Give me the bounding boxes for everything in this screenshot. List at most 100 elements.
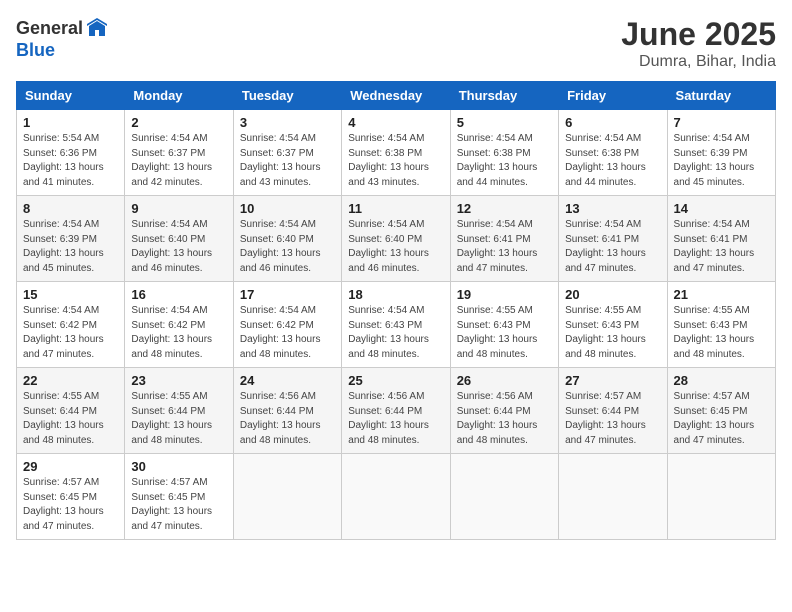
day-info: Sunrise: 4:55 AMSunset: 6:43 PMDaylight:… [674,304,769,362]
table-row: 26 Sunrise: 4:56 AMSunset: 6:44 PMDayligh… [450,368,558,454]
calendar-week-row: 15 Sunrise: 4:54 AMSunset: 6:42 PMDayligh… [17,282,776,368]
day-info: Sunrise: 4:57 AMSunset: 6:44 PMDaylight:… [565,390,660,448]
day-info: Sunrise: 4:54 AMSunset: 6:43 PMDaylight:… [348,304,443,362]
table-row: 21 Sunrise: 4:55 AMSunset: 6:43 PMDayligh… [667,282,775,368]
day-number: 19 [457,287,552,302]
calendar-week-row: 29 Sunrise: 4:57 AMSunset: 6:45 PMDayligh… [17,454,776,540]
table-row: 2Sunrise: 4:54 AMSunset: 6:37 PMDaylight… [125,110,233,196]
calendar-header-row: Sunday Monday Tuesday Wednesday Thursday… [17,82,776,110]
logo-blue-text: Blue [16,40,55,61]
table-row: 20 Sunrise: 4:55 AMSunset: 6:43 PMDayligh… [559,282,667,368]
day-number: 27 [565,373,660,388]
day-number: 14 [674,201,769,216]
table-row: 27 Sunrise: 4:57 AMSunset: 6:44 PMDayligh… [559,368,667,454]
logo-icon [85,16,109,40]
day-number: 12 [457,201,552,216]
day-number: 8 [23,201,118,216]
day-number: 5 [457,115,552,130]
calendar-table: Sunday Monday Tuesday Wednesday Thursday… [16,81,776,540]
table-row: 8Sunrise: 4:54 AMSunset: 6:39 PMDaylight… [17,196,125,282]
table-row: 16 Sunrise: 4:54 AMSunset: 6:42 PMDayligh… [125,282,233,368]
table-row [667,454,775,540]
day-info: Sunrise: 4:57 AMSunset: 6:45 PMDaylight:… [23,476,118,534]
day-number: 16 [131,287,226,302]
table-row: 30 Sunrise: 4:57 AMSunset: 6:45 PMDayligh… [125,454,233,540]
day-number: 29 [23,459,118,474]
day-number: 25 [348,373,443,388]
day-number: 20 [565,287,660,302]
day-number: 1 [23,115,118,130]
col-wednesday: Wednesday [342,82,450,110]
table-row: 6 Sunrise: 4:54 AMSunset: 6:38 PMDaylight… [559,110,667,196]
page-header: General Blue June 2025 Dumra, Bihar, Ind… [16,16,776,71]
day-info: Sunrise: 4:54 AMSunset: 6:42 PMDaylight:… [131,304,226,362]
table-row: 28 Sunrise: 4:57 AMSunset: 6:45 PMDayligh… [667,368,775,454]
table-row [450,454,558,540]
col-sunday: Sunday [17,82,125,110]
day-number: 21 [674,287,769,302]
table-row: 9 Sunrise: 4:54 AMSunset: 6:40 PMDaylight… [125,196,233,282]
day-info: Sunrise: 4:54 AMSunset: 6:37 PMDaylight:… [240,132,335,190]
table-row: 3 Sunrise: 4:54 AMSunset: 6:37 PMDaylight… [233,110,341,196]
day-info: Sunrise: 5:54 AMSunset: 6:36 PMDaylight:… [23,132,118,190]
day-info: Sunrise: 4:55 AMSunset: 6:43 PMDaylight:… [565,304,660,362]
calendar-week-row: 1 Sunrise: 5:54 AMSunset: 6:36 PMDaylight… [17,110,776,196]
col-tuesday: Tuesday [233,82,341,110]
day-number: 3 [240,115,335,130]
table-row: 11 Sunrise: 4:54 AMSunset: 6:40 PMDayligh… [342,196,450,282]
day-number: 11 [348,201,443,216]
table-row: 13 Sunrise: 4:54 AMSunset: 6:41 PMDayligh… [559,196,667,282]
table-row: 12 Sunrise: 4:54 AMSunset: 6:41 PMDayligh… [450,196,558,282]
day-info: Sunrise: 4:57 AMSunset: 6:45 PMDaylight:… [131,476,226,534]
day-number: 26 [457,373,552,388]
day-number: 2 [131,115,226,130]
table-row: 19 Sunrise: 4:55 AMSunset: 6:43 PMDayligh… [450,282,558,368]
day-info: Sunrise: 4:54 AMSunset: 6:40 PMDaylight:… [131,218,226,276]
day-info: Sunrise: 4:54 AMSunset: 6:39 PMDaylight:… [674,132,769,190]
day-number: 18 [348,287,443,302]
day-number: 6 [565,115,660,130]
table-row: 5 Sunrise: 4:54 AMSunset: 6:38 PMDaylight… [450,110,558,196]
table-row: 1 Sunrise: 5:54 AMSunset: 6:36 PMDaylight… [17,110,125,196]
day-info: Sunrise: 4:56 AMSunset: 6:44 PMDaylight:… [457,390,552,448]
month-title: June 2025 [621,16,776,53]
col-thursday: Thursday [450,82,558,110]
col-monday: Monday [125,82,233,110]
day-info: Sunrise: 4:54 AMSunset: 6:38 PMDaylight:… [565,132,660,190]
table-row: 4 Sunrise: 4:54 AMSunset: 6:38 PMDaylight… [342,110,450,196]
day-number: 15 [23,287,118,302]
logo: General Blue [16,16,109,61]
day-number: 24 [240,373,335,388]
day-info: Sunrise: 4:55 AMSunset: 6:43 PMDaylight:… [457,304,552,362]
calendar-week-row: 8Sunrise: 4:54 AMSunset: 6:39 PMDaylight… [17,196,776,282]
col-friday: Friday [559,82,667,110]
location-title: Dumra, Bihar, India [621,53,776,71]
day-info: Sunrise: 4:56 AMSunset: 6:44 PMDaylight:… [240,390,335,448]
day-info: Sunrise: 4:54 AMSunset: 6:38 PMDaylight:… [348,132,443,190]
day-number: 30 [131,459,226,474]
day-info: Sunrise: 4:57 AMSunset: 6:45 PMDaylight:… [674,390,769,448]
table-row: 29 Sunrise: 4:57 AMSunset: 6:45 PMDayligh… [17,454,125,540]
day-number: 28 [674,373,769,388]
table-row: 24 Sunrise: 4:56 AMSunset: 6:44 PMDayligh… [233,368,341,454]
day-info: Sunrise: 4:54 AMSunset: 6:41 PMDaylight:… [674,218,769,276]
day-info: Sunrise: 4:54 AMSunset: 6:40 PMDaylight:… [240,218,335,276]
table-row: 23Sunrise: 4:55 AMSunset: 6:44 PMDayligh… [125,368,233,454]
day-info: Sunrise: 4:54 AMSunset: 6:38 PMDaylight:… [457,132,552,190]
day-info: Sunrise: 4:55 AMSunset: 6:44 PMDaylight:… [131,390,226,448]
table-row [233,454,341,540]
day-info: Sunrise: 4:54 AMSunset: 6:41 PMDaylight:… [565,218,660,276]
table-row: 18 Sunrise: 4:54 AMSunset: 6:43 PMDayligh… [342,282,450,368]
day-info: Sunrise: 4:54 AMSunset: 6:42 PMDaylight:… [23,304,118,362]
day-info: Sunrise: 4:56 AMSunset: 6:44 PMDaylight:… [348,390,443,448]
day-number: 13 [565,201,660,216]
day-number: 9 [131,201,226,216]
day-number: 4 [348,115,443,130]
table-row: 17Sunrise: 4:54 AMSunset: 6:42 PMDayligh… [233,282,341,368]
logo-general-text: General [16,18,83,39]
day-info: Sunrise: 4:54 AMSunset: 6:41 PMDaylight:… [457,218,552,276]
day-info: Sunrise: 4:54 AMSunset: 6:40 PMDaylight:… [348,218,443,276]
table-row: 22Sunrise: 4:55 AMSunset: 6:44 PMDayligh… [17,368,125,454]
title-area: June 2025 Dumra, Bihar, India [621,16,776,71]
table-row: 14 Sunrise: 4:54 AMSunset: 6:41 PMDayligh… [667,196,775,282]
